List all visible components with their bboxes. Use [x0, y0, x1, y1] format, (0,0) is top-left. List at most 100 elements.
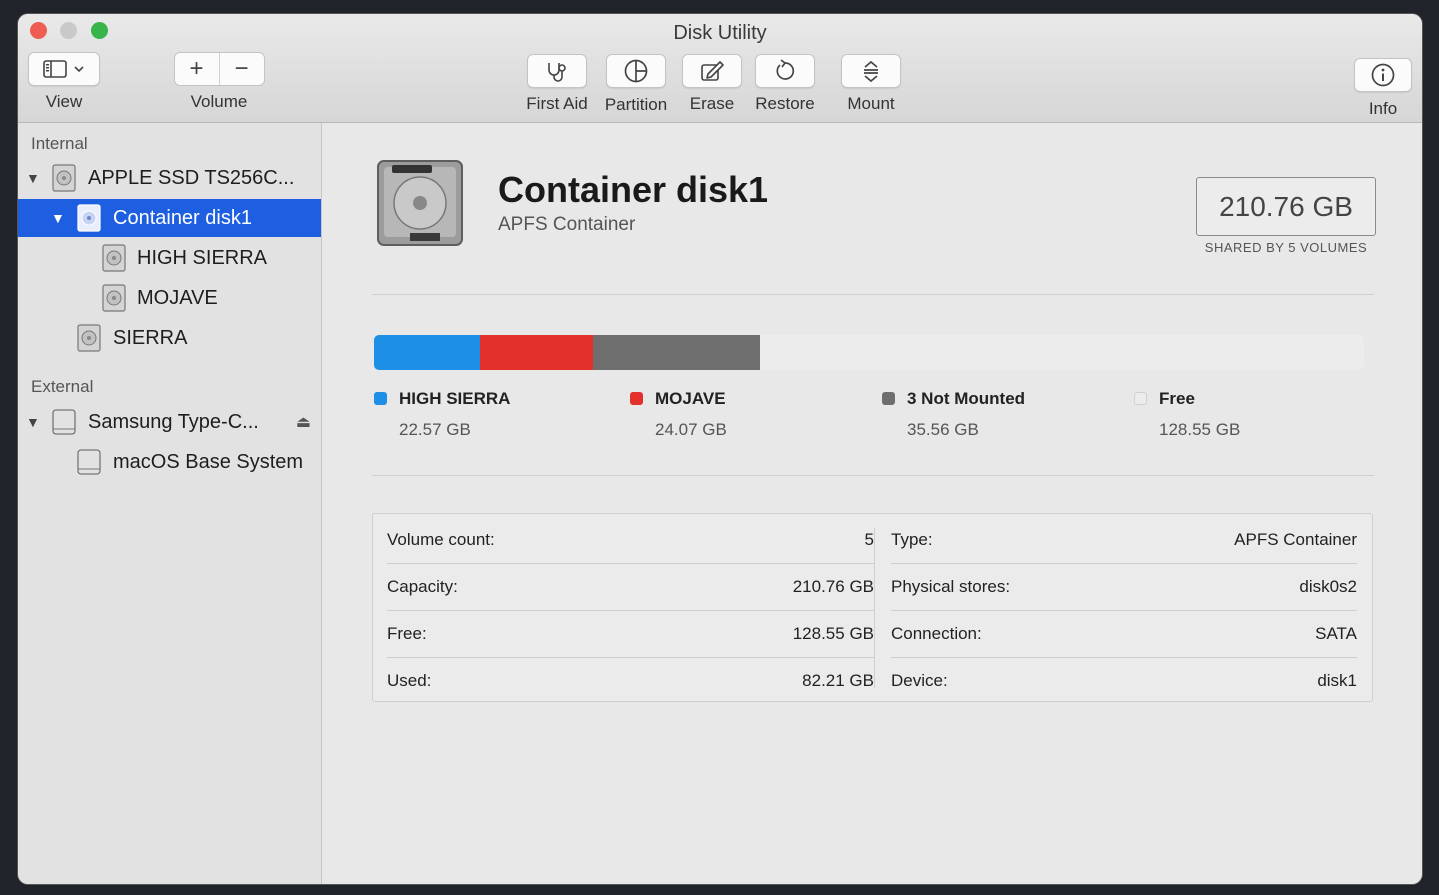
- legend-name: HIGH SIERRA: [399, 389, 511, 408]
- disclosure-triangle-icon[interactable]: ▼: [26, 414, 40, 430]
- internal-disk-icon: [52, 164, 76, 192]
- info-label: Volume count:: [387, 529, 495, 549]
- sidebar-item-label: MOJAVE: [137, 286, 218, 309]
- mount-icon: [864, 60, 878, 83]
- info-value: SATA: [1315, 623, 1357, 643]
- view-label: View: [45, 92, 83, 111]
- volume-segmented: + −: [173, 52, 265, 86]
- info-row: Device: disk1: [891, 657, 1357, 704]
- info-value: disk0s2: [1299, 576, 1357, 596]
- mount-control: Mount: [838, 54, 904, 114]
- legend-swatch: [882, 392, 895, 405]
- restore-button[interactable]: [755, 54, 815, 88]
- info-icon: [1371, 63, 1395, 87]
- restore-arrow-icon: [776, 59, 795, 80]
- volume-control: + − Volume: [173, 52, 265, 112]
- info-value: disk1: [1317, 670, 1357, 690]
- sidebar-item-label: APPLE SSD TS256C...: [88, 166, 295, 189]
- info-column-left: Volume count: 5 Capacity: 210.76 GB Free…: [387, 514, 874, 701]
- usage-segment-not-mounted: [593, 335, 761, 370]
- legend-name: Free: [1159, 389, 1195, 408]
- first-aid-button[interactable]: [527, 54, 587, 88]
- disclosure-triangle-icon[interactable]: ▼: [26, 170, 40, 186]
- mount-button[interactable]: [841, 54, 901, 88]
- volume-disk-icon: [102, 244, 126, 272]
- view-button[interactable]: [28, 52, 100, 86]
- legend-name: 3 Not Mounted: [907, 389, 1026, 408]
- info-label: Type:: [891, 529, 933, 549]
- usage-segment-free: [760, 335, 1364, 370]
- window-title: Disk Utility: [673, 22, 767, 44]
- info-row: Volume count: 5: [387, 516, 874, 564]
- info-label: Device:: [891, 670, 948, 690]
- container-disk-icon: [77, 204, 101, 232]
- info-column-right: Type: APFS Container Physical stores: di…: [891, 514, 1357, 701]
- info-value: APFS Container: [1234, 529, 1357, 549]
- sidebar-item-label: HIGH SIERRA: [137, 246, 268, 269]
- info-control: Info: [1354, 58, 1412, 119]
- info-label: Free:: [387, 623, 427, 643]
- sidebar-item-apple-ssd[interactable]: ▼ APPLE SSD TS256C...: [18, 159, 321, 197]
- legend-name: MOJAVE: [655, 389, 726, 408]
- info-value: 210.76 GB: [792, 576, 874, 596]
- erase-pencil-icon: [701, 61, 724, 81]
- sidebar-item-label: Container disk1: [113, 206, 252, 229]
- legend-swatch: [1134, 392, 1147, 405]
- sidebar-item-sierra[interactable]: SIERRA: [18, 319, 321, 357]
- sidebar-item-label: Samsung Type-C...: [88, 410, 259, 433]
- main-pane: Container disk1 APFS Container 210.76 GB…: [322, 123, 1422, 884]
- sidebar-item-macos-base-system[interactable]: macOS Base System: [18, 443, 321, 481]
- disk-subtitle: APFS Container: [498, 214, 636, 235]
- legend-swatch: [630, 392, 643, 405]
- volume-disk-icon: [77, 324, 101, 352]
- info-value: 128.55 GB: [792, 623, 874, 643]
- info-button[interactable]: [1354, 58, 1412, 92]
- info-row: Free: 128.55 GB: [387, 610, 874, 658]
- volume-label: Volume: [190, 92, 248, 111]
- legend-swatch: [374, 392, 387, 405]
- sidebar-item-high-sierra[interactable]: HIGH SIERRA: [18, 239, 321, 277]
- info-row: Physical stores: disk0s2: [891, 563, 1357, 611]
- sidebar-view-icon: [43, 60, 84, 78]
- remove-volume-button[interactable]: −: [218, 53, 264, 85]
- info-label: Capacity:: [387, 576, 458, 596]
- restore-control: Restore: [752, 54, 818, 114]
- mount-label: Mount: [847, 94, 895, 113]
- restore-label: Restore: [755, 94, 815, 113]
- external-volume-icon: [77, 449, 101, 475]
- first-aid-label: First Aid: [526, 94, 588, 113]
- eject-icon[interactable]: ⏏: [296, 412, 311, 432]
- sidebar-section-external: External: [31, 377, 94, 396]
- erase-label: Erase: [689, 94, 735, 113]
- usage-segment-high-sierra: [374, 335, 481, 370]
- info-label: Connection:: [891, 623, 982, 643]
- column-divider: [874, 528, 875, 688]
- partition-control: Partition: [599, 54, 673, 115]
- pie-chart-icon: [624, 59, 648, 83]
- sidebar-section-internal: Internal: [31, 134, 88, 153]
- info-row: Connection: SATA: [891, 610, 1357, 658]
- sidebar-item-samsung[interactable]: ▼ Samsung Type-C... ⏏: [18, 403, 321, 441]
- capacity-box: 210.76 GB: [1196, 177, 1376, 236]
- volume-disk-icon: [102, 284, 126, 312]
- add-volume-button[interactable]: +: [175, 53, 219, 85]
- toolbar: Disk Utility View + − Volume First Aid P…: [18, 14, 1422, 123]
- divider: [372, 294, 1374, 295]
- disclosure-triangle-icon[interactable]: ▼: [51, 210, 65, 226]
- stethoscope-icon: [548, 63, 566, 82]
- legend-value: 35.56 GB: [907, 420, 979, 439]
- usage-segment-mojave: [480, 335, 594, 370]
- sidebar: Internal ▼ APPLE SSD TS256C... ▼ Contain…: [18, 123, 322, 884]
- partition-label: Partition: [604, 95, 668, 114]
- info-row: Capacity: 210.76 GB: [387, 563, 874, 611]
- info-label: Physical stores:: [891, 576, 1011, 596]
- disk-utility-window: Disk Utility View + − Volume First Aid P…: [18, 14, 1422, 884]
- partition-button[interactable]: [606, 54, 666, 88]
- sidebar-item-mojave[interactable]: MOJAVE: [18, 279, 321, 317]
- erase-button[interactable]: [682, 54, 742, 88]
- sidebar-item-container-disk1[interactable]: ▼ Container disk1: [18, 199, 321, 237]
- erase-control: Erase: [678, 54, 746, 114]
- sidebar-item-label: SIERRA: [113, 326, 188, 349]
- sidebar-item-label: macOS Base System: [113, 450, 304, 473]
- info-label: Used:: [387, 670, 432, 690]
